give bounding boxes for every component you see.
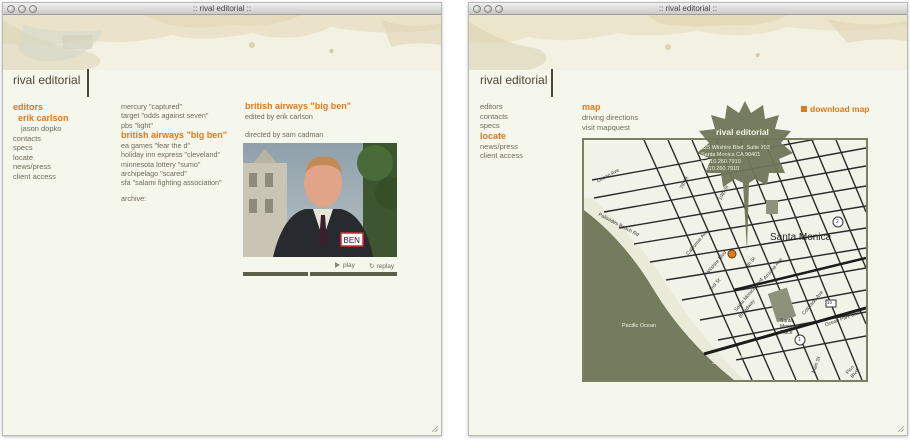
burst-title: rival editorial	[716, 127, 769, 137]
brand-divider	[87, 69, 89, 97]
progress-playhead[interactable]	[307, 271, 310, 277]
project-item[interactable]: archipelago "scared"	[121, 169, 227, 178]
main-nav: editors erik carlson jason dopko contact…	[13, 102, 69, 182]
nav-editors[interactable]: editors	[13, 102, 69, 113]
site-logo[interactable]: rival editorial	[480, 73, 547, 87]
project-item[interactable]: target "odds against seven"	[121, 111, 227, 120]
project-title: british airways "big ben"	[245, 101, 352, 111]
download-map-label: download map	[810, 104, 870, 114]
replay-label: replay	[376, 263, 395, 270]
edited-by: edited by erik carlson	[245, 112, 313, 121]
project-item-selected[interactable]: british airways "big ben"	[121, 130, 227, 141]
brand-divider	[551, 69, 553, 97]
project-item[interactable]: mercury "captured"	[121, 102, 227, 111]
project-item[interactable]: pbs "light"	[121, 121, 227, 130]
replay-icon: ↻	[369, 263, 375, 270]
browser-window-right: :: rival editorial :: rival editorial ed…	[468, 2, 908, 436]
nav-specs[interactable]: specs	[480, 121, 523, 131]
project-item[interactable]: minnesota lottery "sumo"	[121, 160, 227, 169]
window-titlebar[interactable]: :: rival editorial ::	[469, 3, 907, 15]
map-menu-title[interactable]: map	[582, 102, 638, 113]
phone-line: p. 310.260.7910	[701, 159, 741, 165]
video-player[interactable]: BEN	[243, 143, 397, 257]
window-title: :: rival editorial ::	[658, 4, 718, 13]
video-progress-bar[interactable]	[243, 271, 397, 277]
resize-grip-icon[interactable]	[897, 425, 905, 433]
map-menu: map driving directions visit mapquest	[582, 102, 638, 132]
archive-link[interactable]: archive:	[121, 194, 227, 203]
project-item[interactable]: holiday inn express "cleveland"	[121, 150, 227, 159]
nav-client-access[interactable]: client access	[13, 172, 69, 182]
map-label-beach: Santa Monica State Beach	[712, 354, 743, 366]
address-line: 325 Wilshire Blvd. Suite 203	[701, 145, 770, 151]
header-collage-image	[3, 15, 441, 70]
play-label: play	[343, 262, 355, 269]
location-burst-callout	[697, 101, 793, 251]
visit-mapquest-link[interactable]: visit mapquest	[582, 123, 638, 133]
window-title: :: rival editorial ::	[192, 4, 252, 13]
download-icon	[801, 106, 807, 112]
nav-editor-jason-dopko[interactable]: jason dopko	[13, 124, 69, 134]
main-nav: editors contacts specs locate news/press…	[480, 102, 523, 161]
nav-locate[interactable]: locate	[480, 131, 523, 142]
highway-shield: 2	[836, 219, 839, 225]
resize-grip-icon[interactable]	[431, 425, 439, 433]
highway-shield: 10	[827, 300, 833, 305]
nav-contacts[interactable]: contacts	[480, 112, 523, 122]
highway-shield: 1	[798, 337, 801, 343]
project-item[interactable]: ea games "fear the d"	[121, 141, 227, 150]
video-frame: BEN	[243, 143, 397, 257]
browser-window-left: :: rival editorial :: rival editorial ed…	[2, 2, 442, 436]
fax-line: f. 310.260.7910	[701, 166, 740, 172]
nav-locate[interactable]: locate	[13, 153, 69, 163]
video-controls: play ↻ replay	[243, 261, 397, 271]
burst-address: 325 Wilshire Blvd. Suite 203 Santa Monic…	[701, 145, 770, 173]
driving-directions-link[interactable]: driving directions	[582, 113, 638, 123]
replay-button[interactable]: ↻ replay	[369, 262, 394, 270]
name-badge-text: BEN	[344, 236, 361, 245]
nav-news-press[interactable]: news/press	[480, 142, 523, 152]
download-map-button[interactable]: download map	[801, 104, 870, 114]
project-detail: british airways "big ben" edited by erik…	[245, 101, 351, 140]
directed-by: directed by sam cadman	[245, 130, 324, 140]
map-label-pacific-ocean: Pacific Ocean	[622, 323, 656, 329]
nav-editor-erik-carlson[interactable]: erik carlson	[13, 113, 69, 124]
nav-client-access[interactable]: client access	[480, 151, 523, 161]
nav-editors[interactable]: editors	[480, 102, 523, 112]
project-list: mercury "captured" target "odds against …	[121, 102, 227, 203]
header-collage-image	[469, 15, 907, 70]
address-line: Santa Monica CA 90401	[701, 152, 761, 158]
project-item[interactable]: sfa "salami fighting association"	[121, 178, 227, 187]
play-button[interactable]: play	[335, 262, 355, 269]
nav-news-press[interactable]: news/press	[13, 162, 69, 172]
map-label-place: Santa Monica Place	[780, 318, 797, 336]
window-titlebar[interactable]: :: rival editorial ::	[3, 3, 441, 15]
play-icon	[335, 262, 340, 268]
nav-contacts[interactable]: contacts	[13, 134, 69, 144]
site-logo[interactable]: rival editorial	[13, 73, 80, 87]
nav-specs[interactable]: specs	[13, 143, 69, 153]
